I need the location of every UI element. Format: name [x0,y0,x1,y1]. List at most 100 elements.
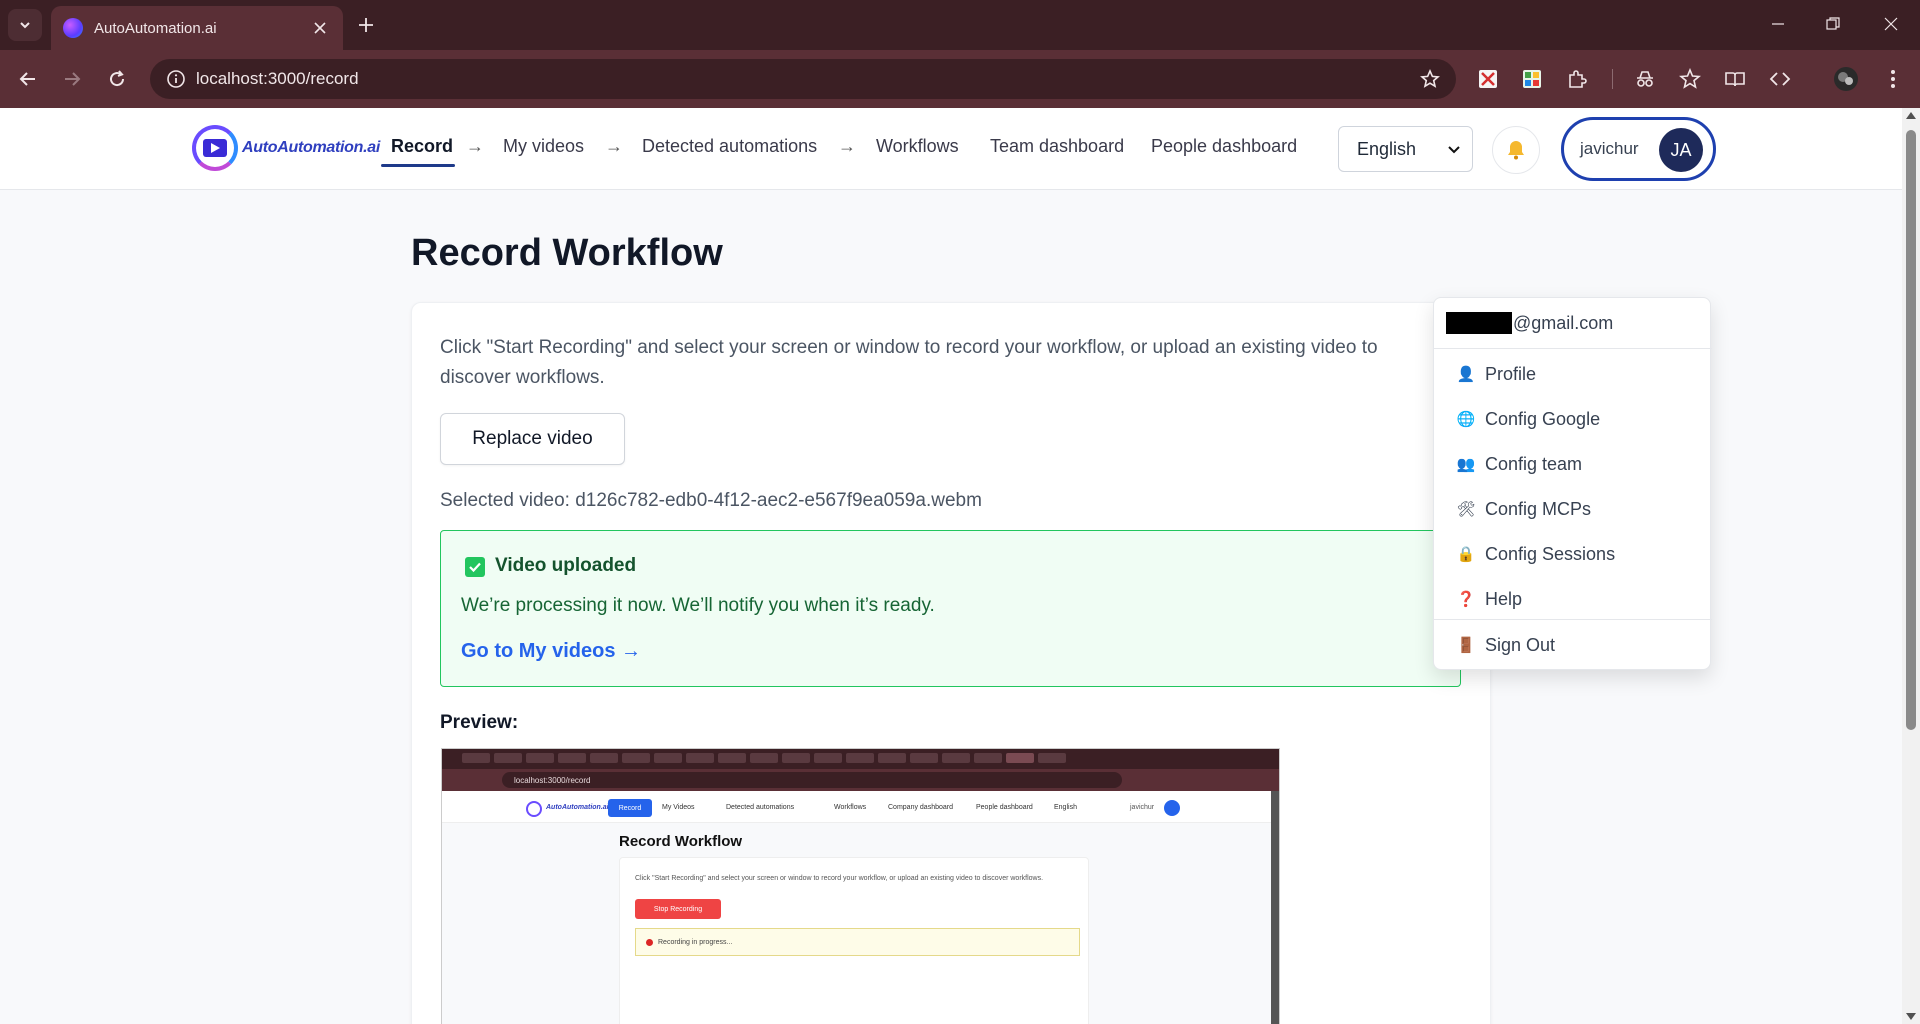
preview-avatar [1164,800,1180,816]
reload-button[interactable] [102,64,132,94]
tab-title: AutoAutomation.ai [94,19,217,37]
bell-icon [1508,141,1524,160]
close-icon [1884,17,1898,31]
browser-tab[interactable]: AutoAutomation.ai [51,6,343,50]
intro-text: Click "Start Recording" and select your … [440,337,1378,388]
address-bar[interactable]: localhost:3000/record [150,59,1456,99]
nav-arrow: → [838,136,856,156]
recording-dot-icon [646,939,653,946]
user-icon: 👤 [1456,366,1476,383]
incognito-icon[interactable] [1630,64,1660,94]
extension-image-icon[interactable] [1517,64,1547,94]
menu-item-config-team[interactable]: 👥 Config team [1434,444,1712,484]
preview-navbar: AutoAutomation.ai Record My Videos Detec… [442,791,1279,823]
nav-record[interactable]: Record [391,136,453,157]
nav-people-dashboard[interactable]: People dashboard [1151,136,1297,157]
arrow-left-icon [19,72,35,86]
extension-pdf-icon[interactable] [1473,64,1503,94]
preview-toolbar: localhost:3000/record [442,769,1279,791]
menu-item-config-google[interactable]: 🌐 Config Google [1434,399,1712,439]
bookmark-star-icon[interactable] [1412,61,1448,97]
tab-search-button[interactable] [8,9,42,41]
page-viewport: AutoAutomation.ai Record → My videos → D… [0,108,1902,1024]
browser-toolbar: localhost:3000/record [0,50,1920,108]
app-navbar: AutoAutomation.ai Record → My videos → D… [0,108,1902,190]
menu-item-profile[interactable]: 👤 Profile [1434,354,1712,394]
nav-team-dashboard[interactable]: Team dashboard [990,136,1124,157]
site-info-icon[interactable] [156,59,196,99]
door-icon: 🚪 [1456,637,1476,654]
chevron-down-icon [20,22,30,29]
favicon-icon [63,18,83,38]
scroll-up-icon[interactable] [1906,112,1916,119]
restore-button[interactable] [1813,8,1853,40]
forward-button[interactable] [57,64,87,94]
nav-workflows[interactable]: Workflows [876,136,959,157]
minimize-icon [1772,23,1784,25]
devtools-code-icon[interactable] [1765,64,1795,94]
preview-progress: Recording in progress... [635,928,1080,956]
preview-people-dashboard: People dashboard [976,804,1033,811]
preview-stop-button: Stop Recording [635,899,721,919]
favorites-icon[interactable] [1675,64,1705,94]
profile-avatar-icon[interactable] [1831,64,1861,94]
minimize-button[interactable] [1758,8,1798,40]
arrow-right-icon [65,72,81,86]
user-menu-button[interactable]: javichur JA [1561,117,1716,181]
toolbar-separator [1612,69,1613,89]
menu-item-label: Sign Out [1485,634,1556,655]
logo-text: AutoAutomation.ai [242,139,380,156]
preview-progress-text: Recording in progress... [658,938,733,946]
nav-active-indicator [381,164,455,167]
help-icon: ❓ [1456,591,1476,608]
preview-label: Preview: [440,712,519,733]
preview-logo-icon [526,801,542,817]
more-menu-icon[interactable] [1878,64,1908,94]
scroll-down-icon[interactable] [1906,1013,1916,1020]
app-logo[interactable]: AutoAutomation.ai [192,125,380,171]
new-tab-button[interactable] [351,11,381,39]
email-suffix: @gmail.com [1513,312,1614,333]
logo-icon [192,125,238,171]
user-dropdown-menu: @gmail.com 👤 Profile 🌐 Config Google 👥 C… [1433,297,1712,670]
nav-arrow: → [466,136,484,156]
menu-item-config-sessions[interactable]: 🔒 Config Sessions [1434,534,1712,574]
go-to-my-videos-link[interactable]: Go to My videos → [461,640,641,663]
url-text: localhost:3000/record [196,69,359,88]
page-scrollbar[interactable] [1902,108,1920,1024]
nav-my-videos[interactable]: My videos [503,136,584,157]
menu-item-label: Config Sessions [1485,543,1616,564]
scroll-thumb[interactable] [1906,130,1916,730]
back-button[interactable] [13,64,43,94]
preview-my-videos: My Videos [662,804,695,811]
preview-intro: Click "Start Recording" and select your … [635,875,1044,882]
language-select[interactable]: English [1338,126,1473,172]
check-icon [465,557,485,577]
close-window-button[interactable] [1871,8,1911,40]
menu-item-label: Config MCPs [1485,498,1592,519]
video-preview[interactable]: localhost:3000/record AutoAutomation.ai … [441,748,1280,1024]
nav-detected-automations[interactable]: Detected automations [642,136,817,157]
preview-company-dashboard: Company dashboard [888,804,953,811]
preview-language: English [1054,804,1077,811]
extensions-puzzle-icon[interactable] [1562,64,1592,94]
globe-icon: 🌐 [1456,411,1476,428]
close-tab-button[interactable] [309,17,331,39]
replace-video-button[interactable]: Replace video [440,413,625,465]
preview-url: localhost:3000/record [502,772,1122,788]
reading-list-icon[interactable] [1720,64,1750,94]
preview-record: Record [608,799,652,817]
menu-item-help[interactable]: ❓ Help [1434,579,1712,619]
menu-item-label: Config Google [1485,408,1601,429]
preview-tabbar [442,749,1279,769]
notifications-button[interactable] [1492,126,1540,174]
preview-detected: Detected automations [726,804,795,811]
menu-item-sign-out[interactable]: 🚪 Sign Out [1434,625,1712,665]
browser-tabbar: AutoAutomation.ai [0,0,1920,50]
reload-icon [110,70,125,87]
lock-icon: 🔒 [1456,546,1476,563]
menu-item-config-mcps[interactable]: 🛠 Config MCPs [1434,489,1712,529]
chevron-down-icon [1448,146,1460,154]
page-title: Record Workflow [411,232,723,274]
preview-workflows: Workflows [834,804,867,811]
